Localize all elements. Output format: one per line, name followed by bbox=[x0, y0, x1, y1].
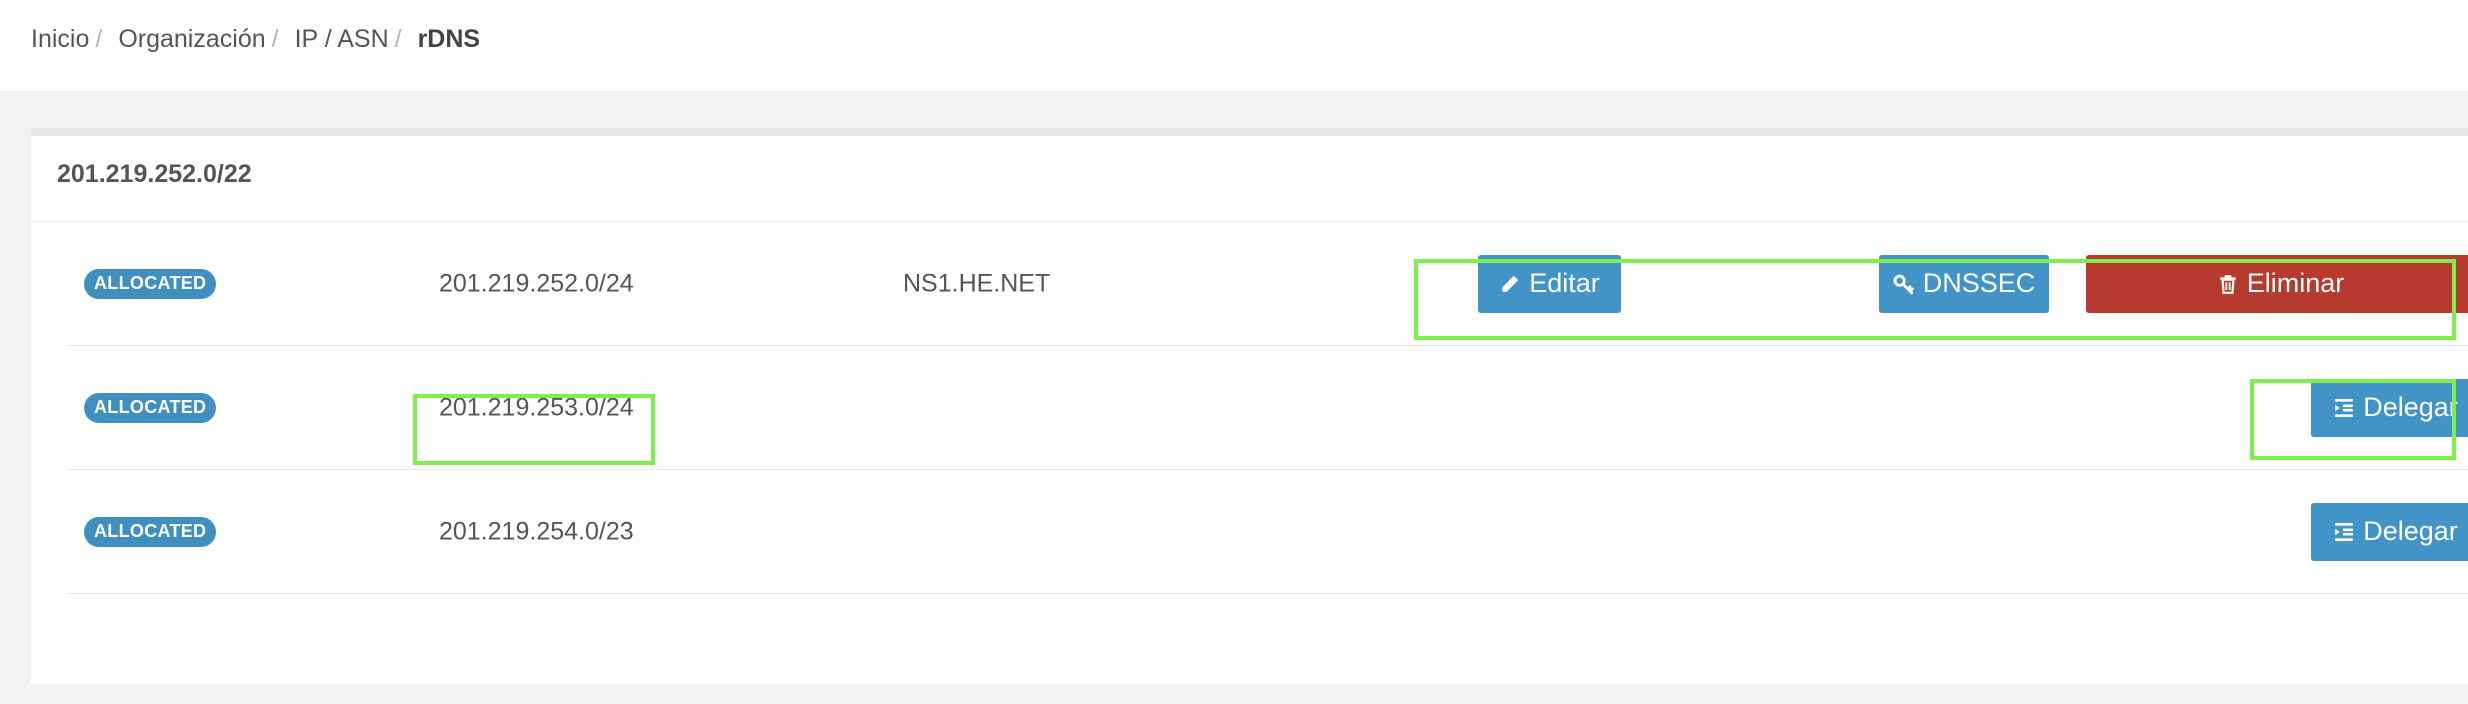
table-row: ALLOCATED 201.219.254.0/23 Delegar bbox=[67, 470, 2468, 594]
breadcrumb-separator: / bbox=[95, 24, 103, 53]
breadcrumb-separator: / bbox=[271, 24, 279, 53]
table-row: ALLOCATED 201.219.253.0/24 Delegar bbox=[67, 346, 2468, 470]
top-bar: Inicio / Organización / IP / ASN / rDNS bbox=[0, 0, 2468, 91]
rdns-card: 201.219.252.0/22 ALLOCATED 201.219.252.0… bbox=[31, 128, 2468, 684]
key-icon bbox=[1893, 273, 1915, 295]
breadcrumb-home[interactable]: Inicio bbox=[31, 25, 89, 54]
prefix-text: 201.219.253.0/24 bbox=[439, 393, 634, 421]
prefix-text: 201.219.254.0/23 bbox=[439, 517, 634, 545]
status-badge: ALLOCATED bbox=[84, 516, 217, 547]
trash-icon bbox=[2217, 273, 2239, 295]
delegate-button-label: Delegar bbox=[2363, 392, 2458, 422]
delegate-button-label: Delegar bbox=[2363, 516, 2458, 546]
breadcrumb-current: rDNS bbox=[417, 24, 481, 53]
dnssec-button-label: DNSSEC bbox=[1922, 268, 2036, 298]
card-title: 201.219.252.0/22 bbox=[57, 160, 252, 188]
delegate-button[interactable]: Delegar bbox=[2311, 502, 2468, 561]
edit-button[interactable]: Editar bbox=[1478, 254, 1621, 313]
delete-button[interactable]: Eliminar bbox=[2086, 254, 2468, 313]
nameserver-text: NS1.HE.NET bbox=[903, 269, 1051, 297]
breadcrumb: Inicio / Organización / IP / ASN / rDNS bbox=[31, 22, 480, 56]
status-badge: ALLOCATED bbox=[84, 392, 217, 423]
indent-list-icon bbox=[2333, 521, 2355, 543]
delegate-button[interactable]: Delegar bbox=[2311, 378, 2468, 437]
breadcrumb-organization[interactable]: Organización bbox=[118, 25, 265, 54]
edit-button-label: Editar bbox=[1529, 268, 1600, 298]
indent-list-icon bbox=[2333, 397, 2355, 419]
breadcrumb-ip-asn[interactable]: IP / ASN bbox=[295, 25, 389, 54]
pencil-icon bbox=[1499, 273, 1521, 295]
prefix-text: 201.219.252.0/24 bbox=[439, 269, 634, 297]
dnssec-button[interactable]: DNSSEC bbox=[1879, 254, 2049, 313]
breadcrumb-separator: / bbox=[394, 24, 402, 53]
status-badge: ALLOCATED bbox=[84, 268, 217, 299]
table-row: ALLOCATED 201.219.252.0/24 NS1.HE.NET Ed… bbox=[67, 222, 2468, 346]
delete-button-label: Eliminar bbox=[2246, 268, 2345, 298]
card-header: 201.219.252.0/22 bbox=[31, 136, 2468, 222]
